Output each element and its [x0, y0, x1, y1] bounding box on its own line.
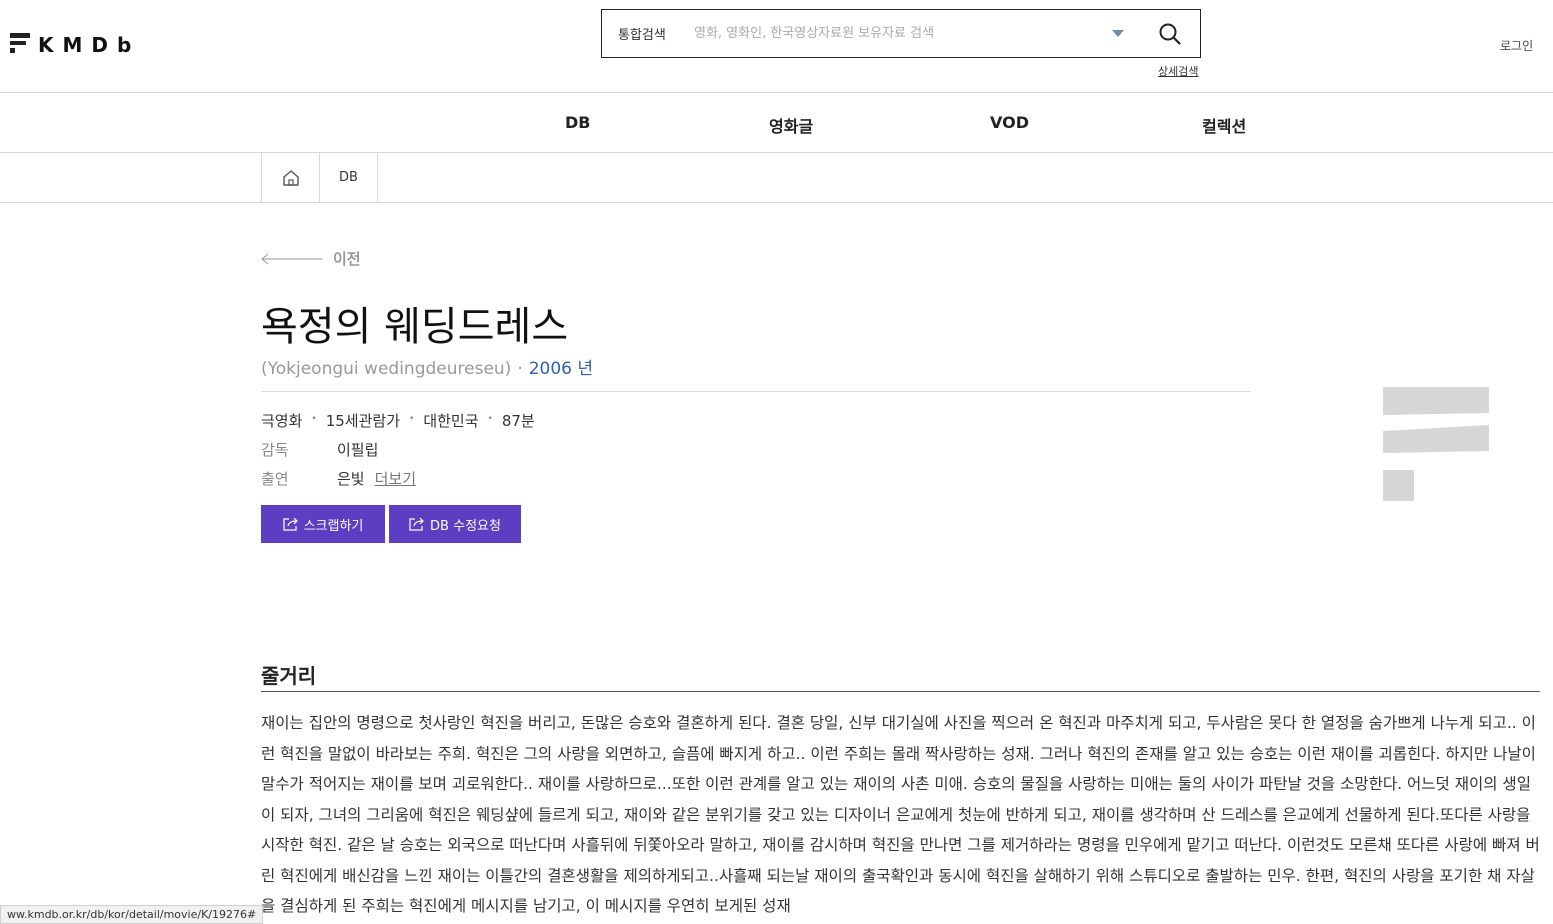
genre: 극영화	[261, 412, 303, 430]
login-link[interactable]: 로그인	[1500, 37, 1533, 54]
arrow-left-icon	[261, 253, 322, 264]
browser-status-url: ww.kmdb.or.kr/db/kor/detail/movie/K/1927…	[0, 905, 264, 924]
nav-collection[interactable]: 컬렉션	[1202, 113, 1246, 137]
nav-film-writing[interactable]: 영화글	[769, 113, 813, 137]
production-year[interactable]: 2006 년	[529, 359, 593, 379]
scrap-button[interactable]: 스크랩하기	[261, 505, 385, 543]
share-icon	[409, 517, 424, 531]
back-link[interactable]: 이전	[261, 248, 361, 269]
breadcrumb-db[interactable]: DB	[319, 153, 378, 202]
cast-list: 은빛 더보기	[337, 468, 416, 489]
search-button[interactable]	[1148, 12, 1192, 56]
nav-db[interactable]: DB	[565, 113, 590, 132]
search-bar: 통합검색	[601, 9, 1201, 58]
movie-meta: 극영화 • 15세관람가 • 대한민국 • 87분	[261, 412, 535, 430]
home-icon	[282, 169, 299, 186]
runtime: 87분	[501, 412, 535, 430]
synopsis-heading: 줄거리	[261, 664, 317, 688]
nav-divider	[0, 152, 1553, 153]
search-icon	[1159, 23, 1181, 45]
synopsis-divider	[261, 691, 1540, 692]
rating: 15세관람가	[325, 412, 401, 430]
search-category-select[interactable]: 통합검색	[602, 24, 684, 43]
search-dropdown-icon[interactable]	[1112, 30, 1124, 37]
nav-vod[interactable]: VOD	[990, 113, 1029, 132]
director-label: 감독	[261, 441, 289, 459]
cast-label: 출연	[261, 470, 289, 488]
db-edit-request-button[interactable]: DB 수정요청	[389, 505, 521, 543]
movie-title: 욕정의 웨딩드레스	[261, 304, 569, 350]
back-label: 이전	[333, 250, 361, 268]
search-input[interactable]	[684, 10, 1112, 57]
poster-placeholder-icon	[1383, 387, 1489, 501]
advanced-search-link[interactable]: 상세검색	[1158, 63, 1198, 79]
breadcrumb-home[interactable]	[261, 153, 319, 202]
scrap-button-label: 스크랩하기	[303, 518, 364, 534]
director-name[interactable]: 이필립	[337, 439, 378, 460]
share-icon	[282, 517, 298, 531]
logo-mark-icon	[10, 33, 30, 55]
db-edit-request-label: DB 수정요청	[430, 518, 501, 534]
breadcrumb-divider	[0, 202, 1553, 203]
header-divider	[0, 92, 1553, 93]
romanized-title: (Yokjeongui wedingdeureseu)	[261, 359, 512, 379]
cast-more-link[interactable]: 더보기	[375, 470, 416, 488]
movie-subtitle: (Yokjeongui wedingdeureseu) · 2006 년	[261, 354, 593, 379]
logo-text: KMDb	[38, 33, 141, 57]
cast-name[interactable]: 은빛	[337, 470, 365, 488]
country: 대한민국	[423, 412, 479, 430]
title-divider	[261, 391, 1251, 392]
synopsis-text: 재이는 집안의 명령으로 첫사랑인 혁진을 버리고, 돈많은 승호와 결혼하게 …	[261, 714, 1540, 915]
separator-dot: ·	[517, 359, 523, 379]
kmdb-logo[interactable]: KMDb	[10, 27, 140, 55]
